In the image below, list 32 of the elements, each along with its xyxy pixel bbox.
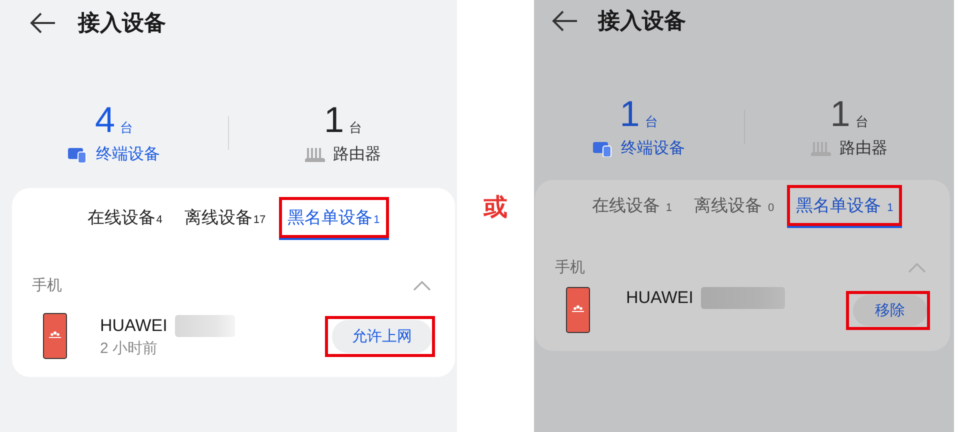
back-icon[interactable] (552, 10, 578, 32)
action-button[interactable]: 移除 (853, 294, 927, 326)
phone-icon (43, 313, 67, 359)
count-unit: 台 (349, 119, 362, 137)
count-unit: 台 (644, 113, 658, 131)
device-name: HUAWEI (100, 316, 168, 336)
device-count: 1 (620, 94, 640, 134)
count-unit: 台 (855, 113, 868, 131)
tab[interactable]: 在线设备4 (81, 200, 168, 235)
stat-label[interactable]: 路由器 (839, 138, 888, 159)
tab[interactable]: 黑名单设备 1 (790, 188, 900, 223)
separator-text: 或 (484, 193, 508, 223)
device-count: 1 (830, 94, 850, 134)
stat-label[interactable]: 终端设备 (96, 144, 160, 165)
tab[interactable]: 离线设备 17 (178, 200, 272, 235)
stat-label[interactable]: 终端设备 (620, 138, 685, 159)
section-title: 手机 (32, 276, 62, 295)
device-count: 4 (94, 100, 116, 140)
last-seen-time: 2 小时前 (100, 338, 159, 358)
page-title: 接入设备 (598, 7, 686, 35)
section-title: 手机 (555, 258, 585, 277)
tab[interactable]: 离线设备 0 (688, 188, 780, 223)
action-button[interactable]: 允许上网 (332, 320, 432, 352)
device-name: HUAWEI (626, 288, 694, 308)
stat-label[interactable]: 路由器 (333, 144, 381, 165)
tab[interactable]: 在线设备 1 (586, 188, 678, 223)
phone-icon (566, 287, 590, 333)
device-count: 1 (324, 100, 344, 140)
count-unit: 台 (120, 119, 134, 137)
page-title: 接入设备 (78, 9, 166, 37)
tab[interactable]: 黑名单设备 1 (282, 200, 386, 235)
back-icon[interactable] (30, 12, 56, 34)
